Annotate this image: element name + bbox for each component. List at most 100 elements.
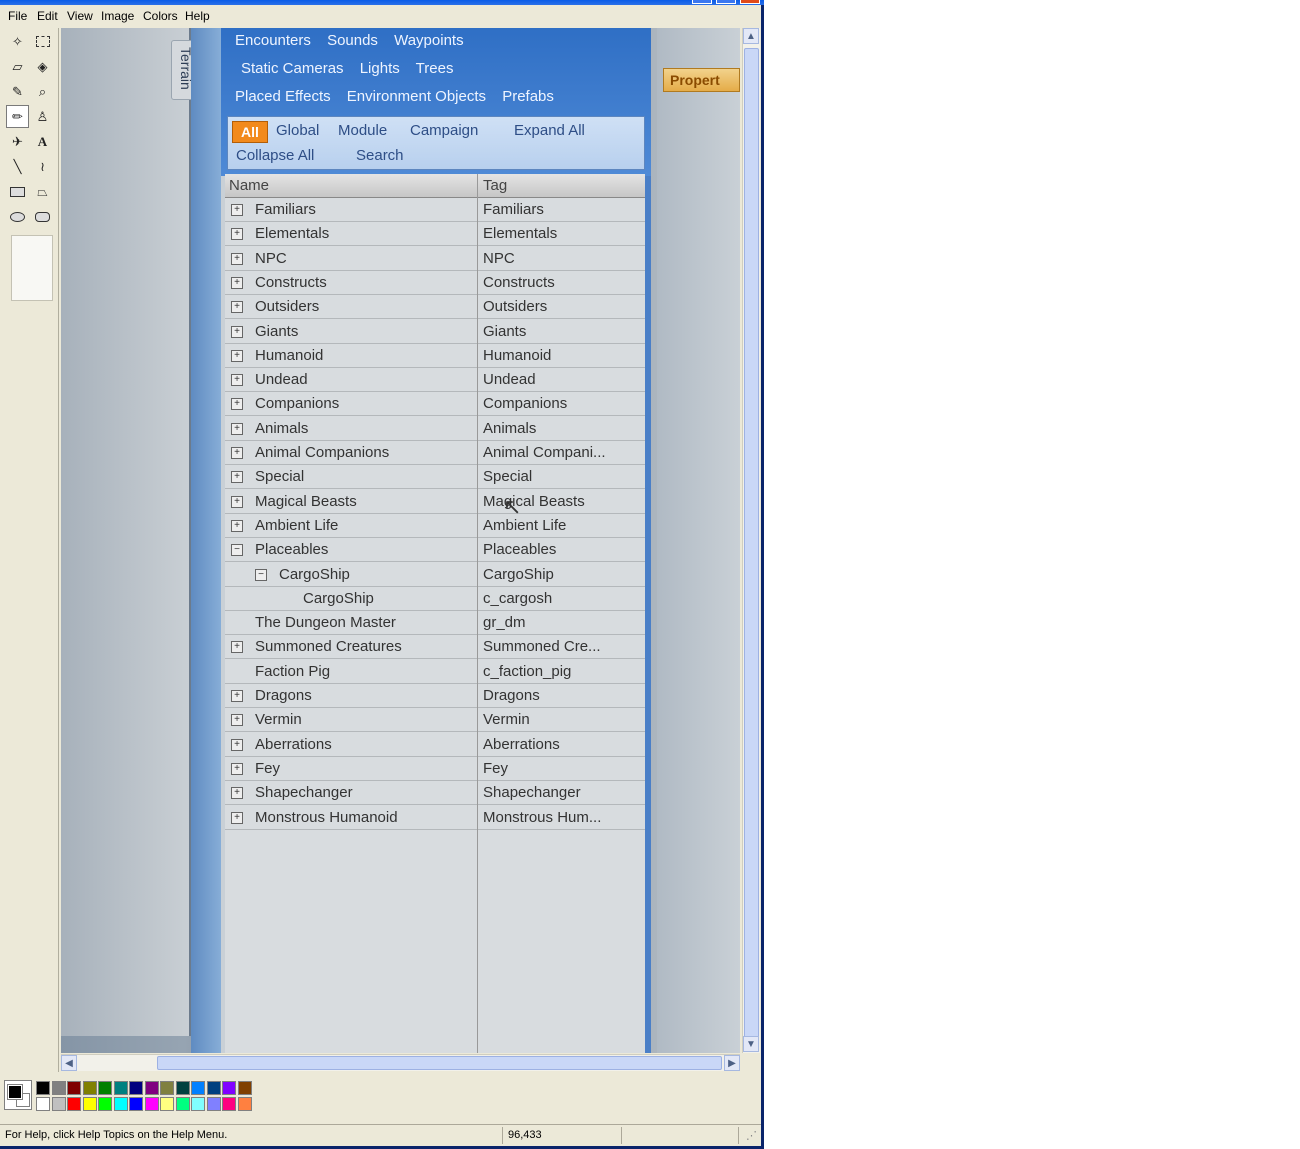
- photo-left-panel: Terrain: [61, 28, 207, 1036]
- ellipse-icon[interactable]: [6, 205, 29, 228]
- table-row: The Dungeon Master gr_dm: [225, 611, 645, 636]
- table-row: + Summoned Creatures Summoned Cre...: [225, 635, 645, 660]
- menu-edit[interactable]: Edit: [37, 9, 58, 23]
- color-swatch[interactable]: [36, 1097, 50, 1111]
- row-name: CargoShip: [279, 565, 350, 583]
- color-swatch[interactable]: [51, 1097, 66, 1111]
- tabs-row-3: Placed Effects Environment Objects Prefa…: [235, 88, 566, 105]
- vertical-scroll-thumb[interactable]: [744, 48, 759, 1038]
- menu-view[interactable]: View: [67, 9, 93, 23]
- free-select-icon[interactable]: ✧: [6, 30, 29, 53]
- color-swatch[interactable]: [175, 1097, 190, 1111]
- row-tag: Elementals: [483, 225, 558, 243]
- color-swatch[interactable]: [82, 1097, 97, 1111]
- filter-collapse-all: Collapse All: [236, 147, 315, 164]
- color-swatch[interactable]: [144, 1097, 159, 1111]
- row-name: Animals: [255, 419, 309, 437]
- row-tag: Vermin: [483, 711, 530, 729]
- row-tag: Familiars: [483, 201, 544, 218]
- table-row: Faction Pig c_faction_pig: [225, 660, 645, 684]
- pencil-icon[interactable]: ✏: [6, 105, 29, 128]
- eraser-icon[interactable]: ▱: [6, 55, 29, 78]
- color-swatch[interactable]: [237, 1097, 252, 1111]
- color-swatch[interactable]: [36, 1081, 50, 1095]
- color-swatch[interactable]: [144, 1081, 159, 1095]
- column-name-header: Name: [229, 177, 270, 194]
- text-icon[interactable]: A: [31, 130, 54, 153]
- row-tag: Undead: [483, 371, 536, 389]
- horizontal-scrollbar[interactable]: ◀ ▶: [61, 1054, 740, 1071]
- collapse-icon: −: [231, 544, 243, 557]
- tool-options-box[interactable]: [11, 235, 53, 301]
- polygon-icon[interactable]: ⏢: [31, 180, 54, 203]
- rectangle-icon[interactable]: [6, 180, 29, 203]
- menu-image[interactable]: Image: [101, 9, 134, 23]
- color-swatch[interactable]: [51, 1081, 66, 1095]
- color-swatch[interactable]: [237, 1081, 252, 1095]
- color-swatch[interactable]: [160, 1081, 174, 1095]
- table-row: + Vermin Vermin: [225, 708, 645, 733]
- line-icon[interactable]: ╲: [6, 155, 29, 178]
- color-swatch[interactable]: [191, 1097, 205, 1111]
- airbrush-icon[interactable]: ✈: [6, 130, 29, 153]
- color-swatch[interactable]: [113, 1081, 128, 1095]
- scroll-up-icon[interactable]: ▲: [743, 28, 759, 44]
- color-swatch[interactable]: [206, 1081, 221, 1095]
- row-tag: c_faction_pig: [483, 662, 572, 680]
- scroll-right-icon[interactable]: ▶: [724, 1055, 740, 1071]
- color-swatch[interactable]: [67, 1097, 81, 1111]
- horizontal-scroll-thumb[interactable]: [157, 1056, 722, 1070]
- filter-all: All: [232, 121, 268, 143]
- row-name: Monstrous Humanoid: [255, 808, 398, 826]
- row-tag: Shapechanger: [483, 784, 581, 802]
- fill-icon[interactable]: ◈: [31, 55, 54, 78]
- minimize-button[interactable]: [692, 0, 712, 4]
- filter-module: Module: [338, 122, 388, 139]
- vertical-scrollbar[interactable]: ▲ ▼: [742, 28, 760, 1053]
- rect-select-icon[interactable]: [31, 30, 54, 53]
- row-name: Fey: [255, 759, 281, 777]
- photo-right-panel: Propert: [657, 28, 740, 1053]
- curve-icon[interactable]: ≀: [31, 155, 54, 178]
- scroll-down-icon[interactable]: ▼: [743, 1036, 759, 1052]
- expand-icon: +: [231, 228, 243, 241]
- row-tag: Summoned Cre...: [483, 638, 601, 656]
- current-colors[interactable]: [4, 1080, 32, 1110]
- rounded-rect-icon[interactable]: [31, 205, 54, 228]
- table-row: − CargoShip CargoShip: [225, 563, 645, 587]
- menu-colors[interactable]: Colors: [143, 9, 178, 23]
- brush-icon[interactable]: ♙: [31, 105, 54, 128]
- color-swatch[interactable]: [129, 1081, 143, 1095]
- color-swatch[interactable]: [222, 1081, 236, 1095]
- row-tag: NPC: [483, 249, 515, 267]
- color-swatch[interactable]: [206, 1097, 221, 1111]
- magnifier-icon[interactable]: ⌕: [31, 80, 54, 103]
- menu-file[interactable]: File: [8, 9, 27, 23]
- resize-grip-icon[interactable]: ⋰: [746, 1129, 757, 1142]
- color-swatch[interactable]: [222, 1097, 236, 1111]
- close-button[interactable]: [740, 0, 760, 4]
- color-swatch[interactable]: [129, 1097, 143, 1111]
- table-row: + Humanoid Humanoid: [225, 344, 645, 368]
- foreground-color: [7, 1084, 23, 1100]
- column-tag-header: Tag: [483, 177, 508, 194]
- color-picker-icon[interactable]: ✎: [6, 80, 29, 103]
- color-swatch[interactable]: [82, 1081, 97, 1095]
- color-swatch[interactable]: [98, 1081, 112, 1095]
- color-swatch[interactable]: [160, 1097, 174, 1111]
- maximize-button[interactable]: [716, 0, 736, 4]
- color-swatch[interactable]: [175, 1081, 190, 1095]
- row-tag: Ambient Life: [483, 516, 567, 534]
- color-swatch[interactable]: [67, 1081, 81, 1095]
- drawing-canvas[interactable]: Terrain Encounters Sounds Waypoints Stat…: [61, 28, 740, 1053]
- title-bar[interactable]: [0, 0, 764, 5]
- color-swatch[interactable]: [113, 1097, 128, 1111]
- menu-help[interactable]: Help: [185, 9, 210, 23]
- row-tag: Humanoid: [483, 346, 552, 364]
- color-swatch[interactable]: [191, 1081, 205, 1095]
- color-swatch[interactable]: [98, 1097, 112, 1111]
- scroll-left-icon[interactable]: ◀: [61, 1055, 77, 1071]
- column-separator: [477, 174, 478, 1053]
- row-name: CargoShip: [303, 589, 374, 607]
- status-help-text: For Help, click Help Topics on the Help …: [5, 1129, 228, 1141]
